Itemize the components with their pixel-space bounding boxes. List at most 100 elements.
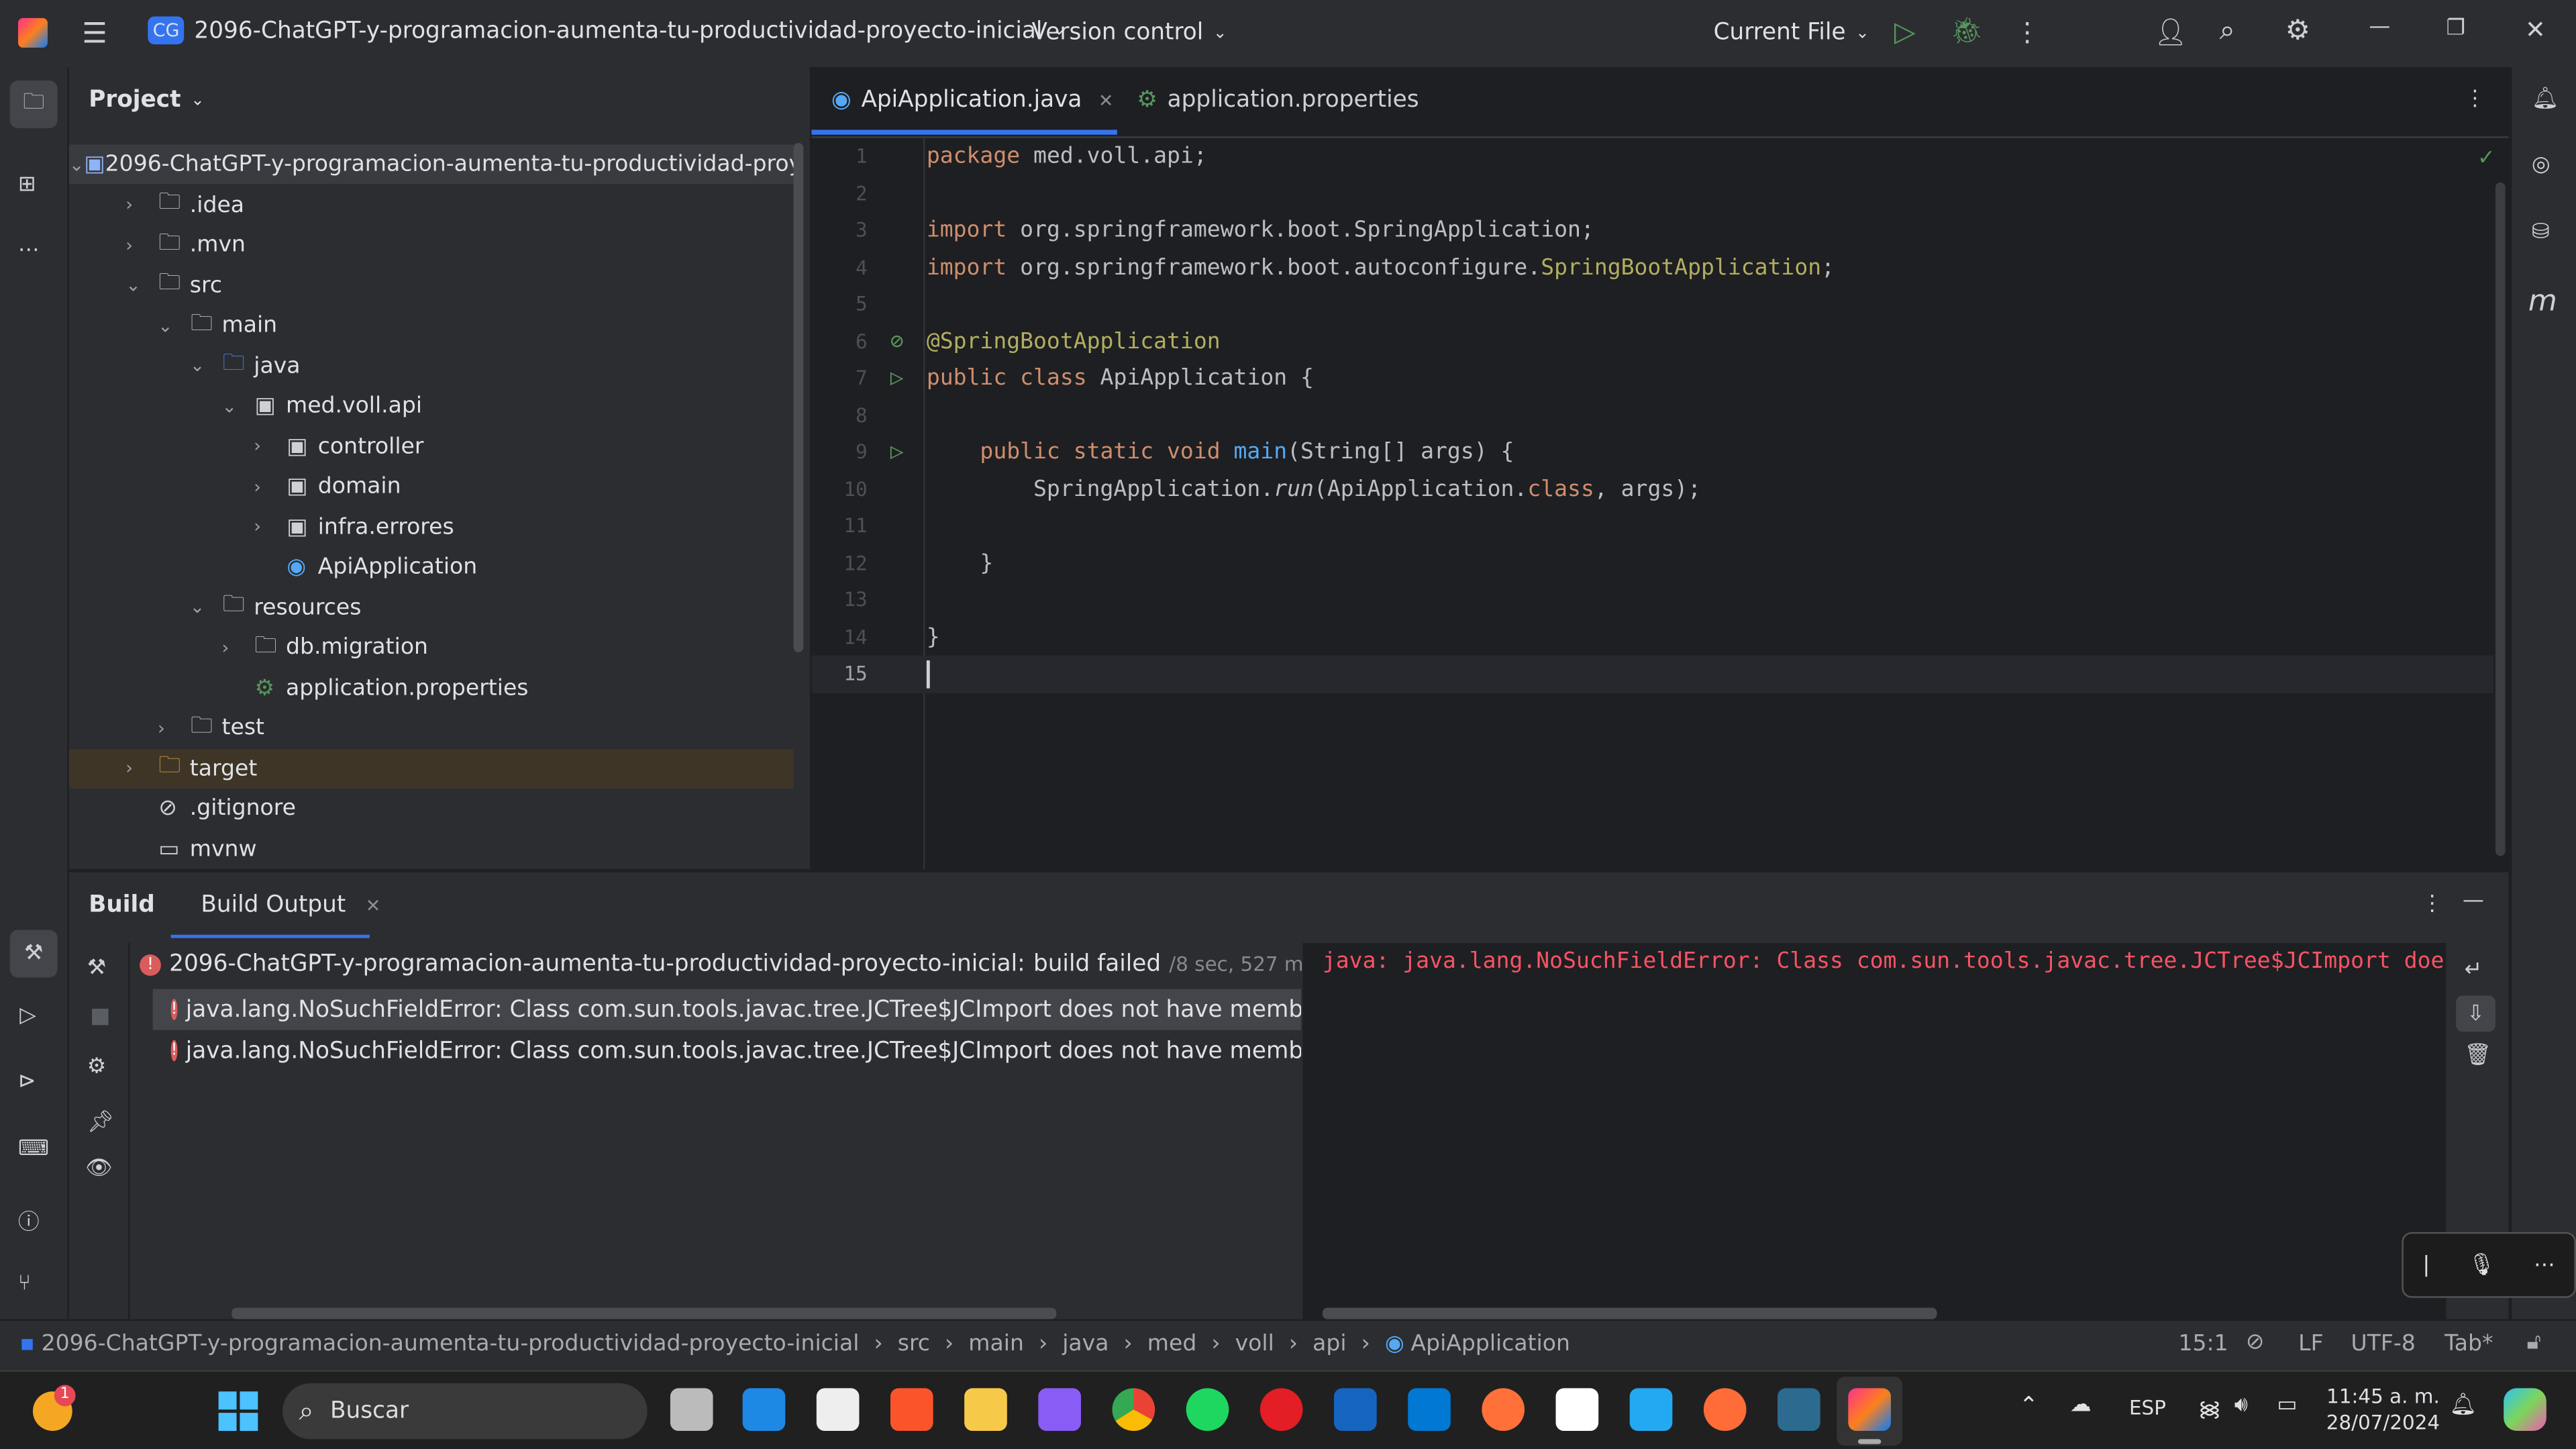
breadcrumb-item[interactable]: api bbox=[1312, 1331, 1346, 1357]
tree-item[interactable]: › ▣ infra.errores bbox=[69, 507, 794, 546]
search-icon[interactable]: ⌕ bbox=[2220, 15, 2235, 48]
run-icon[interactable]: ▷ bbox=[1894, 16, 1916, 49]
git-icon[interactable]: ⑂ bbox=[18, 1272, 31, 1297]
chevron-down-icon[interactable]: ⌄ bbox=[69, 154, 85, 175]
breadcrumb-item[interactable]: java bbox=[1062, 1331, 1109, 1357]
editor-scrollbar[interactable] bbox=[2495, 182, 2506, 856]
breadcrumb-item[interactable]: voll bbox=[1235, 1331, 1274, 1357]
file-explorer-icon[interactable] bbox=[964, 1388, 1007, 1432]
database-icon[interactable]: ⛁ bbox=[2532, 220, 2550, 245]
code-line[interactable]: 7 ▷ public class ApiApplication { bbox=[811, 360, 2493, 397]
whiteboard-icon[interactable] bbox=[1334, 1388, 1377, 1432]
code-line[interactable]: 15 bbox=[811, 655, 2494, 693]
breadcrumb-item[interactable]: ApiApplication bbox=[1410, 1331, 1569, 1357]
notification-bell-icon[interactable]: 🔔︎ bbox=[2449, 1393, 2476, 1418]
settings-icon[interactable]: ⚙ bbox=[2285, 15, 2310, 48]
main-menu-icon[interactable]: ☰ bbox=[82, 18, 107, 51]
taskbar-search[interactable]: ⌕ Buscar bbox=[282, 1383, 648, 1440]
microphone-icon[interactable]: 🎙︎ bbox=[2468, 1252, 2495, 1277]
chevron-right-icon[interactable]: › bbox=[254, 436, 287, 457]
clock[interactable]: 11:45 a. m. 28/07/2024 bbox=[2326, 1383, 2440, 1436]
code-line[interactable]: 2 bbox=[811, 175, 2493, 212]
chevron-right-icon[interactable]: › bbox=[254, 516, 287, 538]
tree-item[interactable]: ⌄ ▣ 2096-ChatGPT-y-programacion-aumenta-tu… bbox=[68, 144, 794, 185]
code-line[interactable]: 3 import org.springframework.boot.SpringA… bbox=[811, 212, 2493, 249]
file-encoding[interactable]: UTF-8 bbox=[2351, 1331, 2416, 1357]
chevron-up-icon[interactable]: ⌃ bbox=[2019, 1393, 2039, 1419]
eye-icon[interactable]: 👁︎ bbox=[85, 1156, 112, 1181]
tab-apiapplication[interactable]: ◉ ApiApplication.java ✕ bbox=[831, 87, 1114, 113]
readonly-toggle-icon[interactable]: ⊘ bbox=[2246, 1329, 2265, 1355]
notepad-icon[interactable] bbox=[816, 1388, 860, 1432]
tree-item[interactable]: ⚙ application.properties bbox=[69, 668, 794, 707]
start-button[interactable] bbox=[218, 1391, 258, 1432]
tab-options-icon[interactable]: ⋮ bbox=[2464, 87, 2485, 112]
problems-icon[interactable]: ⓘ bbox=[18, 1204, 40, 1236]
build-hammer-icon[interactable]: ⚒ bbox=[87, 956, 107, 981]
mega-icon[interactable] bbox=[1259, 1388, 1303, 1432]
build-root-row[interactable]: ! 2096-ChatGPT-y-programacion-aumenta-tu… bbox=[140, 951, 1314, 977]
stop-icon[interactable] bbox=[92, 1008, 109, 1026]
more-icon[interactable]: ⋯ bbox=[2534, 1252, 2555, 1277]
vscode-icon[interactable] bbox=[1629, 1388, 1673, 1432]
spotify-icon[interactable] bbox=[1186, 1388, 1229, 1432]
ai-assistant-icon[interactable]: ◎ bbox=[2532, 153, 2551, 178]
build-error-row[interactable]: ! java.lang.NoSuchFieldError: Class com.… bbox=[152, 989, 1302, 1030]
tree-item[interactable]: ⌄ ▣ med.voll.api bbox=[69, 386, 794, 426]
tree-item[interactable]: ▭ mvnw bbox=[69, 829, 794, 868]
settings-icon[interactable]: ⚙ bbox=[87, 1054, 107, 1079]
tree-item[interactable]: › 🗀 .mvn bbox=[69, 225, 794, 264]
options-icon[interactable]: ⋮ bbox=[2422, 892, 2443, 917]
debug-icon[interactable]: 🐞︎ bbox=[1950, 15, 1983, 46]
minimize-icon[interactable]: — bbox=[2369, 15, 2390, 40]
obsidian-icon[interactable] bbox=[1038, 1388, 1081, 1432]
tree-item[interactable]: ⌄ 🗀 resources bbox=[69, 587, 794, 627]
chevron-right-icon[interactable]: › bbox=[125, 194, 158, 215]
code-line[interactable]: 5 bbox=[811, 286, 2493, 323]
code-line[interactable]: 13 bbox=[811, 582, 2493, 619]
maven-icon[interactable]: m bbox=[2528, 284, 2557, 318]
chevron-down-icon[interactable]: ⌄ bbox=[222, 395, 255, 417]
code-area[interactable]: 1 package med.voll.api; 2 3 import org.sprin… bbox=[811, 138, 2494, 869]
notion-icon[interactable] bbox=[1555, 1388, 1599, 1432]
spring-bean-gutter-icon[interactable]: ⊘ bbox=[868, 328, 927, 354]
clear-all-icon[interactable]: 🗑︎ bbox=[2464, 1043, 2491, 1068]
lock-icon[interactable]: 🔓︎ bbox=[2526, 1329, 2540, 1355]
console-h-scrollbar[interactable] bbox=[1322, 1307, 1937, 1319]
tree-item[interactable]: › 🗀 db.migration bbox=[69, 628, 794, 667]
chevron-down-icon[interactable]: ⌄ bbox=[190, 355, 223, 377]
firefox-icon[interactable] bbox=[1482, 1388, 1525, 1432]
tree-item[interactable]: ⊘ .gitignore bbox=[69, 789, 794, 828]
intellij-taskbar-icon[interactable] bbox=[1848, 1388, 1891, 1432]
chevron-down-icon[interactable]: ⌄ bbox=[125, 274, 158, 296]
code-line[interactable]: 8 bbox=[811, 397, 2493, 434]
project-tool-icon[interactable]: 🗀 bbox=[9, 80, 58, 128]
scroll-to-end-icon[interactable]: ⇩ bbox=[2456, 995, 2495, 1032]
code-line[interactable]: 14} bbox=[811, 619, 2493, 656]
breadcrumb-item[interactable]: main bbox=[968, 1331, 1024, 1357]
tree-item[interactable]: ◉ ApiApplication bbox=[69, 547, 794, 587]
tree-item[interactable]: › 🗀 .idea bbox=[69, 185, 794, 224]
close-icon[interactable]: ✕ bbox=[2525, 15, 2546, 44]
indent-setting[interactable]: Tab* bbox=[2444, 1331, 2493, 1357]
close-tab-icon[interactable]: ✕ bbox=[366, 895, 381, 916]
tree-item[interactable]: › ▣ controller bbox=[69, 426, 794, 466]
restore-icon[interactable]: ❐ bbox=[2446, 16, 2466, 41]
mysql-workbench-icon[interactable] bbox=[1778, 1388, 1820, 1432]
task-view-icon[interactable] bbox=[670, 1388, 713, 1432]
tab-build-output[interactable]: Build Output bbox=[201, 892, 346, 918]
terminal-icon[interactable]: ⌨ bbox=[18, 1137, 49, 1162]
outlook-icon[interactable] bbox=[1408, 1388, 1451, 1432]
chevron-right-icon[interactable]: › bbox=[222, 637, 255, 658]
run-gutter-icon[interactable]: ▷ bbox=[868, 365, 927, 391]
build-tool-icon[interactable]: ⚒ bbox=[9, 930, 58, 978]
tree-item[interactable]: › 🗀 test bbox=[69, 708, 794, 748]
breadcrumb-item[interactable]: 2096-ChatGPT-y-programacion-aumenta-tu-p… bbox=[42, 1331, 860, 1357]
code-line[interactable]: 10 SpringApplication. run (ApiApplication.… bbox=[811, 470, 2493, 507]
code-line[interactable]: 12 } bbox=[811, 544, 2493, 581]
onedrive-icon[interactable]: ☁ bbox=[2070, 1393, 2092, 1418]
code-line[interactable]: 6 ⊘ @SpringBootApplication bbox=[811, 323, 2493, 360]
notifications-icon[interactable]: 🔔︎ bbox=[2532, 87, 2559, 112]
chevron-down-icon[interactable]: ⌄ bbox=[158, 315, 191, 336]
hide-panel-icon[interactable]: — bbox=[2463, 889, 2484, 913]
